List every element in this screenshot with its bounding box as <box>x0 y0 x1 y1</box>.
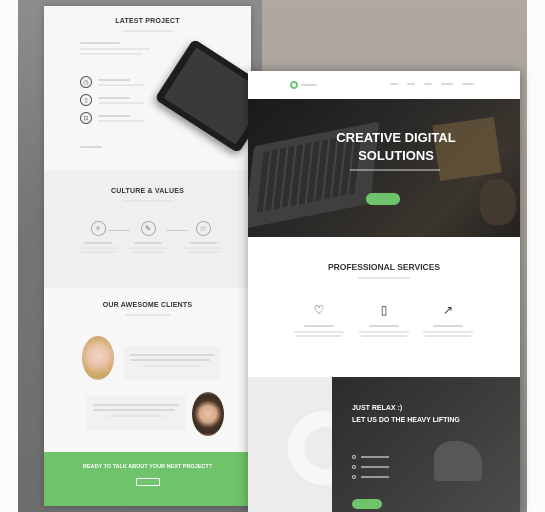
clients-subtitle-line <box>124 314 171 316</box>
relax-list-item <box>352 475 389 479</box>
hero-title: CREATIVE DIGITAL SOLUTIONS <box>308 129 484 165</box>
relax-list-item <box>352 465 389 469</box>
hero-section: CREATIVE DIGITAL SOLUTIONS <box>248 99 520 237</box>
client-testimonial <box>124 346 220 380</box>
check-icon <box>352 475 356 479</box>
cta-band: READY TO TALK ABOUT YOUR NEXT PROJECT? <box>44 452 251 506</box>
latest-project-link[interactable] <box>80 146 102 148</box>
hero-title-line2: SOLUTIONS <box>358 148 434 163</box>
latest-project-title: LATEST PROJECT <box>115 18 180 25</box>
phone-icon: ▯ <box>80 94 92 106</box>
hero-title-line1: CREATIVE DIGITAL <box>336 130 456 145</box>
nav-link[interactable] <box>441 83 453 85</box>
relax-card: JUST RELAX :) LET US DO THE HEAVY LIFTIN… <box>332 377 520 512</box>
clients-title: OUR AWESOME CLIENTS <box>102 302 193 309</box>
client-avatar <box>192 392 224 436</box>
cta-button[interactable] <box>136 478 160 486</box>
nav-bar <box>248 71 520 99</box>
relax-list-item <box>352 455 389 459</box>
service-item: ♡ <box>290 303 348 337</box>
right-page-mockup: CREATIVE DIGITAL SOLUTIONS PROFESSIONAL … <box>248 71 520 512</box>
hand-image <box>480 179 516 225</box>
latest-project-section: LATEST PROJECT <box>44 18 251 32</box>
clock-icon: ◷ <box>80 76 92 88</box>
check-icon <box>352 465 356 469</box>
service-item: ▯ <box>355 303 413 337</box>
logo-icon <box>290 81 298 89</box>
latest-project-item: ▯ <box>80 94 144 106</box>
check-icon <box>352 455 356 459</box>
nav-link[interactable] <box>462 83 474 85</box>
culture-item: ✧ <box>76 221 120 253</box>
rock-image <box>434 441 482 481</box>
logo-text-line <box>301 84 317 86</box>
services-title: PROFESSIONAL SERVICES <box>327 262 441 272</box>
background-edge-right <box>527 0 545 512</box>
culture-item: ☆ <box>181 221 225 253</box>
cta-text: READY TO TALK ABOUT YOUR NEXT PROJECT? <box>82 464 213 470</box>
relax-button[interactable] <box>352 499 382 509</box>
chart-icon: ↗ <box>442 303 454 317</box>
latest-project-item: ⊡ <box>80 112 144 124</box>
clients-heading: OUR AWESOME CLIENTS <box>44 302 251 316</box>
background-edge-left <box>0 0 18 512</box>
culture-title: CULTURE & VALUES <box>111 188 184 195</box>
lightbulb-icon: ✧ <box>90 221 106 236</box>
logo[interactable] <box>290 81 317 89</box>
services-subtitle-line <box>358 277 410 279</box>
star-icon: ☆ <box>195 221 211 236</box>
hero-button[interactable] <box>366 193 400 205</box>
latest-project-subtitle-line <box>122 30 173 32</box>
heart-icon: ♡ <box>313 303 325 317</box>
client-testimonial <box>86 396 186 430</box>
pen-icon: ✎ <box>140 221 156 236</box>
relax-title-line1: JUST RELAX :) <box>352 405 403 412</box>
relax-title: JUST RELAX :) LET US DO THE HEAVY LIFTIN… <box>352 403 460 427</box>
culture-heading: CULTURE & VALUES <box>44 188 251 202</box>
lock-icon: ⊡ <box>80 112 92 124</box>
latest-project-intro <box>80 42 150 55</box>
culture-item: ✎ <box>126 221 170 253</box>
phone-icon: ▯ <box>380 303 388 317</box>
nav-links <box>390 83 474 85</box>
nav-link[interactable] <box>424 83 432 85</box>
hero-subtitle-line <box>350 169 440 171</box>
latest-project-item: ◷ <box>80 76 144 88</box>
nav-link[interactable] <box>390 83 398 85</box>
client-avatar <box>82 336 114 380</box>
service-item: ↗ <box>419 303 477 337</box>
relax-title-line2: LET US DO THE HEAVY LIFTING <box>352 417 460 424</box>
nav-link[interactable] <box>407 83 415 85</box>
culture-subtitle-line <box>121 200 174 202</box>
